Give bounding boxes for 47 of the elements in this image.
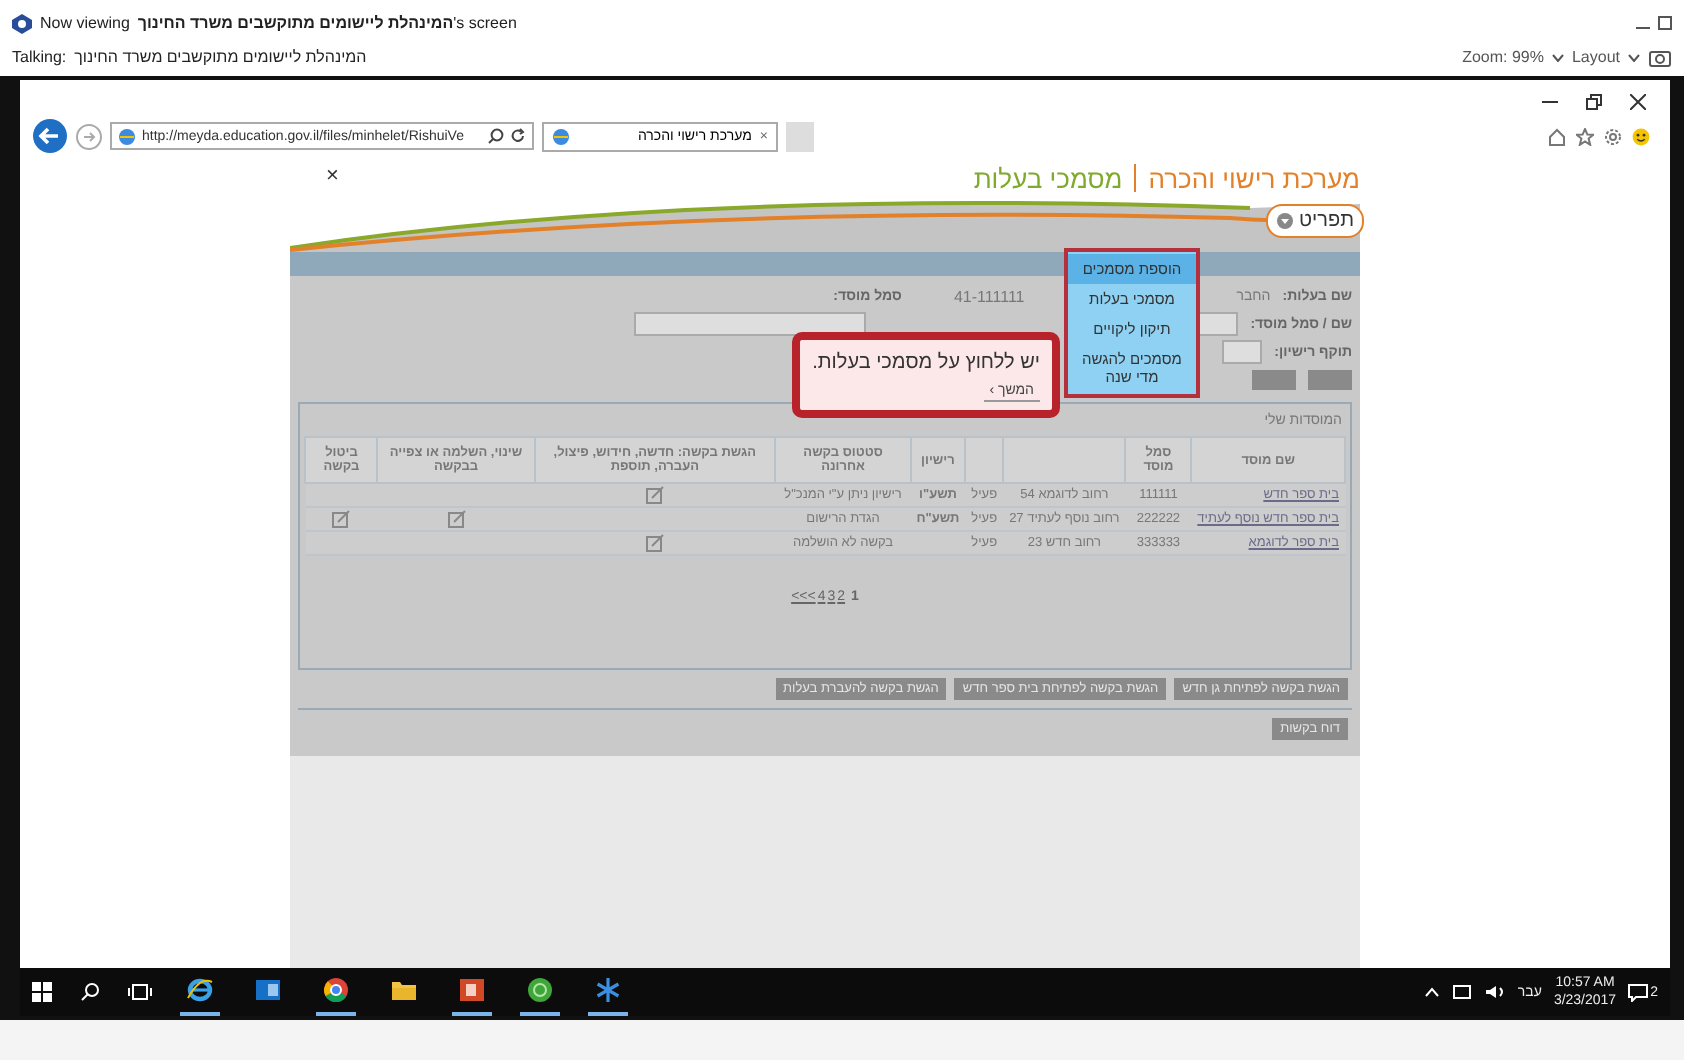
presentation-app-icon	[458, 976, 486, 1004]
name-field[interactable]	[634, 312, 867, 336]
mail-app-icon	[254, 976, 282, 1004]
page-icon	[118, 127, 136, 145]
code-value: 41-111111	[953, 287, 1025, 305]
viewing-suffix: 's screen	[453, 14, 517, 32]
network-icon[interactable]	[1451, 984, 1472, 1000]
chevron-up-icon[interactable]	[1423, 986, 1440, 998]
smiley-icon[interactable]	[1632, 127, 1650, 145]
viewing-label: Now viewing	[40, 14, 130, 32]
tooltip-text: יש ללחוץ על מסמכי בעלות.	[812, 352, 1040, 374]
close-button[interactable]: ×	[326, 164, 339, 188]
talking-label: Talking:	[12, 48, 67, 66]
browser-icon	[186, 976, 214, 1004]
close-icon[interactable]	[1630, 94, 1646, 110]
refresh-icon[interactable]	[510, 128, 526, 144]
license-field[interactable]	[1222, 340, 1263, 364]
search-icon[interactable]	[80, 982, 100, 1002]
viewing-name: המינהלת ליישומים מתוקשבים משרד החינוך	[137, 14, 454, 32]
camera-icon[interactable]	[1648, 46, 1672, 68]
caret-down-icon	[1275, 212, 1294, 230]
menu-button[interactable]: תפריט	[1265, 204, 1364, 238]
home-icon[interactable]	[1548, 127, 1566, 145]
browser-icon	[322, 976, 350, 1004]
maximize-icon[interactable]	[1658, 16, 1672, 30]
app-logo-icon	[12, 13, 32, 33]
layout-dropdown[interactable]: Layout	[1571, 48, 1620, 66]
message-icon	[1628, 983, 1649, 1001]
star-icon[interactable]	[1576, 127, 1594, 145]
folder-icon	[390, 976, 418, 1004]
institution-field[interactable]	[1198, 312, 1239, 336]
menu-label: תפריט	[1299, 210, 1354, 232]
chevron-down-icon[interactable]	[1628, 53, 1640, 61]
system-title: מערכת רישוי והכרה	[1148, 163, 1360, 193]
snowflake-icon	[594, 976, 622, 1004]
settings-icon[interactable]	[1604, 127, 1622, 145]
talking-name: המינהלת ליישומים מתוקשבים משרד החינוך	[74, 48, 367, 66]
speaker-icon[interactable]	[1483, 984, 1506, 1000]
task-view-icon[interactable]	[128, 982, 152, 1002]
section-title: מסמכי בעלות	[973, 163, 1123, 193]
windows-start-icon[interactable]	[32, 982, 52, 1002]
zoom-dropdown[interactable]: Zoom: 99%	[1462, 48, 1544, 66]
restore-icon[interactable]	[1586, 94, 1602, 110]
page-icon	[552, 127, 570, 145]
chevron-down-icon[interactable]	[1551, 53, 1564, 61]
search-icon[interactable]	[488, 128, 504, 144]
circle-app-icon	[526, 976, 554, 1004]
